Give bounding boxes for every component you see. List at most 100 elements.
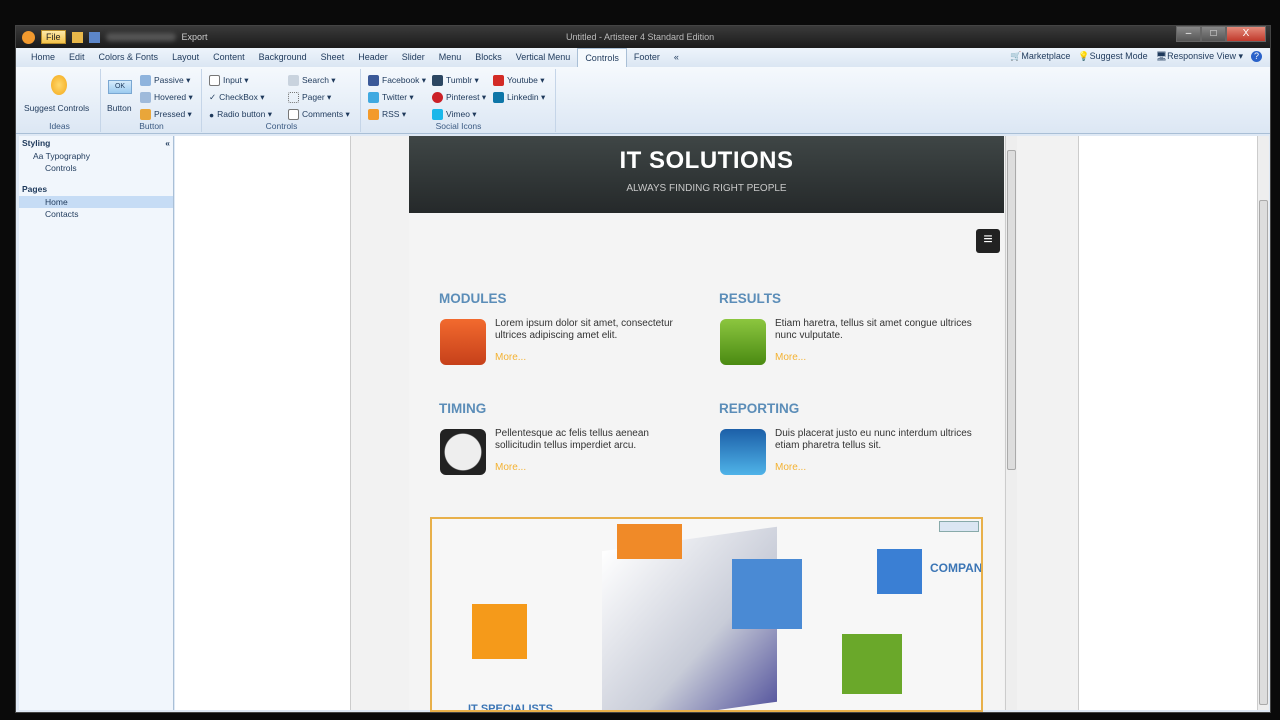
tab-background[interactable]: Background — [252, 48, 314, 67]
page-scrollbar[interactable] — [1005, 136, 1017, 710]
pinterest-button[interactable]: Pinterest ▾ — [432, 92, 486, 103]
hamburger-menu-icon[interactable]: ≡ — [976, 229, 1000, 253]
left-panel: Styling « Aa Typography Controls Pages Ho… — [19, 136, 174, 710]
help-button[interactable]: ? — [1251, 51, 1262, 62]
search-icon — [288, 75, 299, 86]
maximize-button[interactable]: □ — [1201, 26, 1226, 42]
tree-item-typography[interactable]: Aa Typography — [19, 150, 173, 162]
feature-modules: MODULES Lorem ipsum dolor sit amet, cons… — [439, 291, 699, 365]
window-title: Untitled - Artisteer 4 Standard Edition — [566, 32, 715, 42]
puzzle-icon — [440, 319, 486, 365]
linkedin-button[interactable]: Linkedin ▾ — [493, 92, 545, 103]
slider-options-button[interactable] — [939, 521, 979, 532]
tab-home[interactable]: Home — [24, 48, 62, 67]
chart-icon — [720, 429, 766, 475]
canvas-scrollbar-thumb[interactable] — [1259, 200, 1268, 705]
search-button[interactable]: Search ▾ — [288, 75, 336, 86]
orange-block-image — [617, 524, 682, 559]
tab-controls[interactable]: Controls — [577, 48, 627, 67]
search-label: Search ▾ — [302, 75, 336, 85]
collapse-panel-button[interactable]: « — [165, 138, 170, 148]
suggest-controls-button[interactable]: Suggest Controls — [24, 103, 89, 113]
facebook-icon — [368, 75, 379, 86]
slider[interactable]: COMPAN IT SPECIALISTS — [430, 517, 983, 712]
radio-button-button[interactable]: ● Radio button ▾ — [209, 109, 272, 120]
tab-slider[interactable]: Slider — [395, 48, 432, 67]
site-title: IT SOLUTIONS — [619, 147, 794, 174]
tabs-collapse-button[interactable]: « — [667, 48, 686, 67]
passive-label: Passive ▾ — [154, 75, 191, 85]
facebook-button[interactable]: Facebook ▾ — [368, 75, 426, 86]
slider-caption-company: COMPAN — [930, 561, 983, 575]
feature-text: Duis placerat justo eu nunc interdum ult… — [775, 428, 972, 451]
checkbox-button[interactable]: ✓ CheckBox ▾ — [209, 92, 265, 103]
more-link[interactable]: More... — [495, 352, 526, 363]
feature-text: Pellentesque ac felis tellus aenean soll… — [495, 428, 649, 451]
tab-colors-fonts[interactable]: Colors & Fonts — [92, 48, 166, 67]
tab-sheet[interactable]: Sheet — [314, 48, 352, 67]
pressed-button[interactable]: Pressed ▾ — [140, 109, 192, 120]
pager-label: Pager ▾ — [302, 92, 332, 102]
tab-content[interactable]: Content — [206, 48, 252, 67]
button-dropdown[interactable]: Button — [107, 103, 132, 113]
passive-button[interactable]: Passive ▾ — [140, 75, 190, 86]
file-button[interactable]: File — [41, 30, 66, 44]
radio-icon: ● — [209, 109, 215, 120]
tab-menu[interactable]: Menu — [432, 48, 469, 67]
page-header: IT SOLUTIONS ALWAYS FINDING RIGHT PEOPLE — [409, 136, 1004, 213]
twitter-icon — [368, 92, 379, 103]
title-bar: File Export Untitled - Artisteer 4 Stand… — [16, 26, 1270, 48]
rss-button[interactable]: RSS ▾ — [368, 109, 406, 120]
minimize-button[interactable]: – — [1176, 26, 1201, 42]
tab-header[interactable]: Header — [351, 48, 395, 67]
rss-label: RSS ▾ — [382, 109, 407, 119]
comments-button[interactable]: Comments ▾ — [288, 109, 350, 120]
tree-item-contacts[interactable]: Contacts — [19, 208, 173, 220]
tumblr-button[interactable]: Tumblr ▾ — [432, 75, 479, 86]
ribbon-tabs: Home Edit Colors & Fonts Layout Content … — [16, 48, 1270, 67]
lightbulb-icon — [51, 75, 67, 95]
pages-header: Pages — [22, 184, 48, 194]
marketplace-label: Marketplace — [1021, 51, 1071, 61]
tumblr-label: Tumblr ▾ — [446, 75, 479, 85]
ideas-group-label: Ideas — [49, 121, 70, 131]
canvas-scrollbar[interactable] — [1257, 136, 1269, 710]
checkbox-icon: ✓ — [209, 92, 217, 102]
more-link[interactable]: More... — [775, 352, 806, 363]
more-link[interactable]: More... — [775, 462, 806, 473]
tab-layout[interactable]: Layout — [165, 48, 206, 67]
app-window: File Export Untitled - Artisteer 4 Stand… — [15, 25, 1271, 713]
input-button[interactable]: Input ▾ — [209, 75, 249, 86]
social-icons-group: Facebook ▾ Twitter ▾ RSS ▾ Tumblr ▾ Pint… — [362, 69, 556, 132]
feature-title: REPORTING — [719, 401, 800, 416]
design-canvas: IT SOLUTIONS ALWAYS FINDING RIGHT PEOPLE… — [175, 136, 1269, 712]
close-button[interactable]: X — [1226, 26, 1266, 42]
pager-button[interactable]: Pager ▾ — [288, 92, 331, 103]
feature-title: RESULTS — [719, 291, 782, 306]
pinterest-icon — [432, 92, 443, 103]
tab-vertical-menu[interactable]: Vertical Menu — [509, 48, 578, 67]
page-scrollbar-thumb[interactable] — [1007, 150, 1016, 470]
tab-blocks[interactable]: Blocks — [468, 48, 509, 67]
app-logo-icon[interactable] — [22, 30, 35, 44]
responsive-view-button[interactable]: 🖥Responsive View ▾ — [1156, 51, 1243, 62]
youtube-button[interactable]: Youtube ▾ — [493, 75, 545, 86]
hovered-button[interactable]: Hovered ▾ — [140, 92, 193, 103]
tree-item-controls[interactable]: Controls — [19, 162, 173, 174]
tab-footer[interactable]: Footer — [627, 48, 667, 67]
tree-item-home[interactable]: Home — [19, 196, 173, 208]
export-button[interactable]: Export — [182, 32, 208, 42]
save-icon[interactable] — [88, 31, 100, 43]
feature-reporting: REPORTING Duis placerat justo eu nunc in… — [719, 401, 979, 475]
feature-title: TIMING — [439, 401, 487, 416]
twitter-button[interactable]: Twitter ▾ — [368, 92, 414, 103]
pinterest-label: Pinterest ▾ — [446, 92, 487, 102]
suggest-mode-button[interactable]: 💡Suggest Mode — [1078, 51, 1147, 62]
ok-button-preview[interactable]: OK — [108, 80, 132, 94]
vimeo-button[interactable]: Vimeo ▾ — [432, 109, 477, 120]
feature-text: Etiam haretra, tellus sit amet congue ul… — [775, 318, 972, 341]
open-folder-icon[interactable] — [71, 31, 83, 43]
marketplace-button[interactable]: 🛒Marketplace — [1010, 51, 1070, 62]
more-link[interactable]: More... — [495, 462, 526, 473]
tab-edit[interactable]: Edit — [62, 48, 92, 67]
